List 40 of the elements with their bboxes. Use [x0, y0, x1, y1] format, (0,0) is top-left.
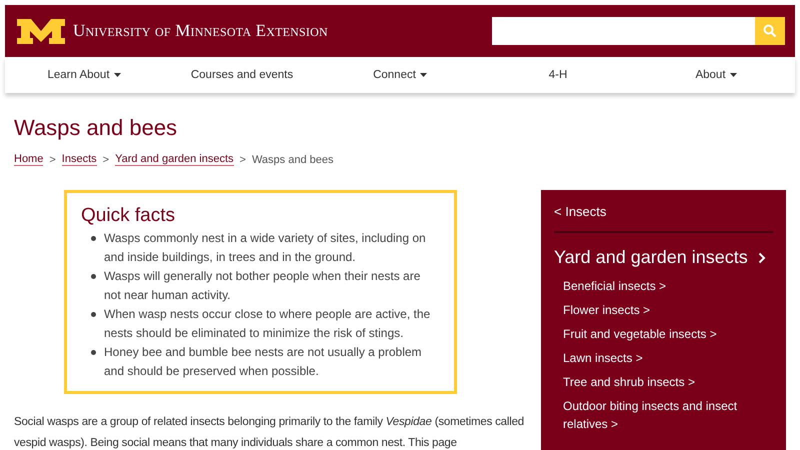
- breadcrumb-current: Wasps and bees: [252, 154, 334, 166]
- breadcrumb-separator: >: [49, 154, 56, 166]
- sidebar-link[interactable]: Fruit and vegetable insects >: [563, 325, 717, 343]
- nav-item[interactable]: 4-H: [546, 67, 570, 83]
- bullet-icon: [91, 312, 96, 317]
- breadcrumb-link[interactable]: Insects: [62, 153, 97, 166]
- fact-text: Wasps will generally not bother people when their nests are not near human activity.: [104, 268, 422, 304]
- back-link[interactable]: < Insects: [554, 204, 606, 219]
- chevron-icon: [758, 252, 766, 264]
- nav-item[interactable]: Connect: [371, 67, 429, 83]
- site-logo-text[interactable]: University of Minnesota Extension: [73, 21, 328, 41]
- nav-item[interactable]: Courses and events: [188, 67, 296, 83]
- bullet-icon: [91, 274, 96, 279]
- breadcrumb-link[interactable]: Yard and garden insects: [115, 153, 234, 166]
- caret-icon: [730, 73, 737, 77]
- fact-text: Honey bee and bumble bee nests are not usually a problem and should be preserved when possible.: [104, 344, 423, 380]
- sidebar-link[interactable]: Tree and shrub insects >: [563, 373, 695, 391]
- sidebar-link[interactable]: Beneficial insects >: [563, 277, 666, 295]
- search-button[interactable]: [755, 17, 785, 45]
- sidebar-heading-link[interactable]: Yard and garden insects: [554, 247, 766, 268]
- fact-text: When wasp nests occur close to where people are active, the nests should be eliminated to minimize the risk of stings.: [104, 306, 432, 342]
- breadcrumb-separator: >: [240, 154, 246, 166]
- search-field[interactable]: [492, 17, 755, 45]
- bullet-icon: [91, 236, 96, 241]
- nav-item[interactable]: About: [693, 67, 739, 83]
- logo-icon[interactable]: [15, 17, 67, 45]
- sidebar-link[interactable]: Flower insects >: [563, 301, 650, 319]
- search-icon: [763, 24, 777, 38]
- sidebar-link[interactable]: Outdoor biting insects and insect relatives >: [563, 397, 773, 433]
- body-paragraph: Social wasps are a group of related insects belonging primarily to the family Vespidae (sometimes called vespid wasps). Being social means that many individuals share a common nest. This page: [14, 415, 525, 450]
- breadcrumb-separator: >: [102, 154, 110, 166]
- page-title: Wasps and bees: [14, 115, 178, 141]
- quick-facts-title: Quick facts: [81, 205, 176, 227]
- sidebar-link[interactable]: Lawn insects >: [563, 349, 643, 367]
- fact-text: Wasps commonly nest in a wide variety of sites, including on and inside buildings, in trees and in the ground.: [104, 230, 427, 266]
- bullet-icon: [91, 350, 96, 355]
- breadcrumb-link[interactable]: Home: [14, 153, 44, 166]
- nav-item[interactable]: Learn About: [45, 67, 123, 83]
- caret-icon: [420, 73, 427, 77]
- caret-icon: [114, 73, 121, 77]
